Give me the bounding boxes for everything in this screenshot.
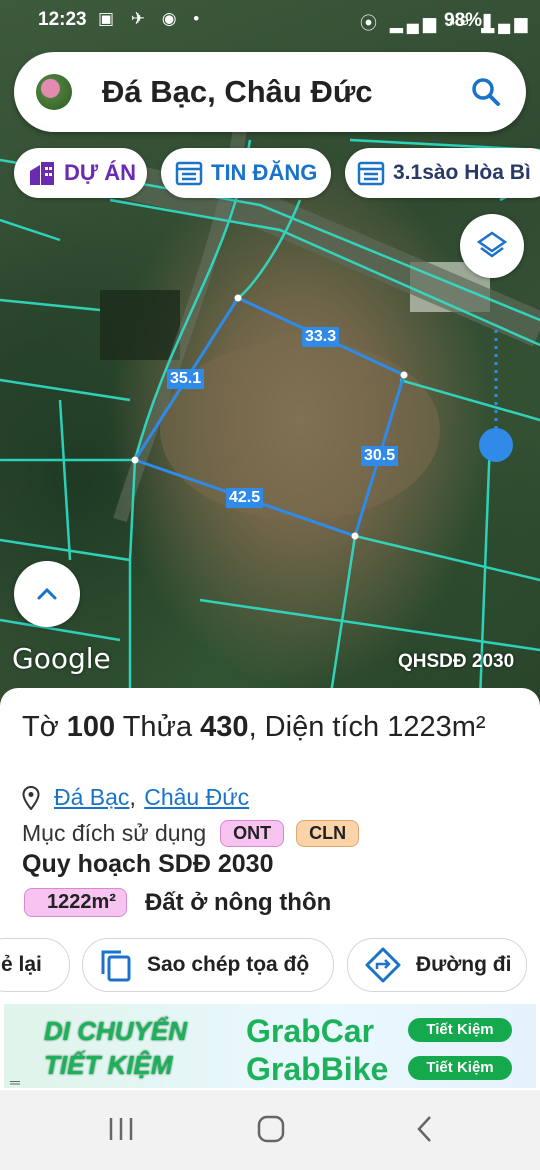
ad-brand: GrabBike (246, 1051, 389, 1087)
directions-button[interactable]: Đường đi (347, 938, 527, 992)
home-icon[interactable] (256, 1114, 286, 1144)
chip-label: TIN ĐĂNG (211, 160, 318, 185)
directions-icon (365, 947, 401, 983)
dimension-label: 35.1 (167, 369, 205, 389)
plan-area-desc: Đất ở nông thôn (144, 888, 332, 916)
dimension-label: 30.5 (361, 446, 399, 466)
ad-headline-line: TIẾT KIỆM (44, 1050, 173, 1080)
chip-du-an[interactable]: DỰ ÁN (14, 148, 147, 198)
recent-apps-icon[interactable] (106, 1114, 136, 1144)
dimension-label: 42.5 (226, 488, 264, 508)
ad-pill: Tiết Kiệm (408, 1018, 512, 1042)
purpose-tag-ont: ONT (220, 820, 285, 847)
back-action-button[interactable]: ẻ lại (0, 938, 70, 992)
chip-label: 3.1sào Hòa Bì (393, 161, 531, 184)
parcel-summary: Tờ 100 Thửa 430, Diện tích 1223m² (22, 708, 522, 746)
area-label: , Diện tích (248, 711, 388, 743)
purpose-label: Mục đích sử dụng (22, 820, 207, 846)
commune-link[interactable]: Đá Bạc (54, 784, 129, 811)
purpose-tag-cln: CLN (296, 820, 360, 847)
search-location-title[interactable]: Đá Bạc, Châu Đức (102, 74, 373, 110)
ad-menu-icon[interactable]: ═ (10, 1074, 20, 1088)
ad-pill: Tiết Kiệm (408, 1056, 512, 1080)
building-icon (28, 159, 56, 187)
ad-banner[interactable]: DI CHUYỂN TIẾT KIỆM GrabCar GrabBike Tiế… (0, 1000, 540, 1090)
my-location-dot (479, 428, 513, 462)
ad-headline: DI CHUYỂN TIẾT KIỆM (44, 1014, 187, 1082)
parcel-info-sheet: Tờ 100 Thửa 430, Diện tích 1223m² Đá Bạc… (0, 688, 540, 1000)
location-pin-icon (22, 785, 40, 810)
plan-area-tag: 1222m² (24, 888, 127, 917)
status-bar: 12:23 ▣ ✈ ◉ • ⦿ ▂▄▆ ⁴ᴳ ▂▄▆ 98%▮ (0, 0, 540, 40)
separator: , (129, 784, 136, 810)
back-action-label: ẻ lại (1, 953, 42, 976)
chevron-up-icon (37, 587, 57, 600)
parcel-number: 430 (200, 711, 249, 743)
status-time: 12:23 (38, 9, 87, 30)
copy-coordinates-button[interactable]: Sao chép tọa độ (82, 938, 334, 992)
calendar-list-icon (175, 159, 203, 187)
chip-tin-dang[interactable]: TIN ĐĂNG (161, 148, 331, 198)
back-icon[interactable] (410, 1114, 440, 1144)
battery-indicator: 98%▮ (444, 10, 493, 31)
ad-content[interactable]: DI CHUYỂN TIẾT KIỆM GrabCar GrabBike Tiế… (4, 1004, 536, 1088)
ad-brands: GrabCar GrabBike (246, 1012, 388, 1088)
search-icon[interactable] (466, 72, 506, 112)
notification-icons: ▣ ✈ ◉ • (98, 9, 206, 28)
plan-title: Quy hoạch SDĐ 2030 (22, 850, 274, 878)
map-layer-badge: QHSDĐ 2030 (398, 651, 515, 672)
plan-area-row: 1222m² Đất ở nông thôn (24, 888, 331, 917)
copy-icon (101, 950, 131, 982)
parcel-location: Đá Bạc, Châu Đức (22, 784, 249, 811)
search-bar[interactable]: Đá Bạc, Châu Đức (14, 52, 526, 132)
chip-label: DỰ ÁN (64, 160, 137, 185)
district-link[interactable]: Châu Đức (144, 784, 249, 811)
ad-headline-line: DI CHUYỂN (44, 1016, 188, 1046)
system-nav-bar (0, 1090, 540, 1170)
copy-coordinates-label: Sao chép tọa độ (147, 953, 310, 976)
avatar[interactable] (36, 74, 72, 110)
chip-saved-listing[interactable]: 3.1sào Hòa Bì (345, 148, 540, 198)
parcel-label: Thửa (115, 711, 201, 743)
calendar-list-icon (357, 159, 385, 187)
expand-sheet-button[interactable] (14, 561, 80, 627)
land-use-purpose: Mục đích sử dụng ONT CLN (22, 820, 360, 847)
sheet-number: 100 (66, 711, 116, 743)
directions-label: Đường đi (416, 953, 512, 976)
dimension-label: 33.3 (302, 327, 340, 347)
layers-icon (476, 231, 508, 258)
ad-brand: GrabCar (246, 1013, 375, 1049)
area-value: 1223m² (387, 711, 486, 743)
google-logo: Google (12, 642, 111, 675)
sheet-label: Tờ (22, 711, 67, 743)
layers-button[interactable] (460, 214, 524, 278)
